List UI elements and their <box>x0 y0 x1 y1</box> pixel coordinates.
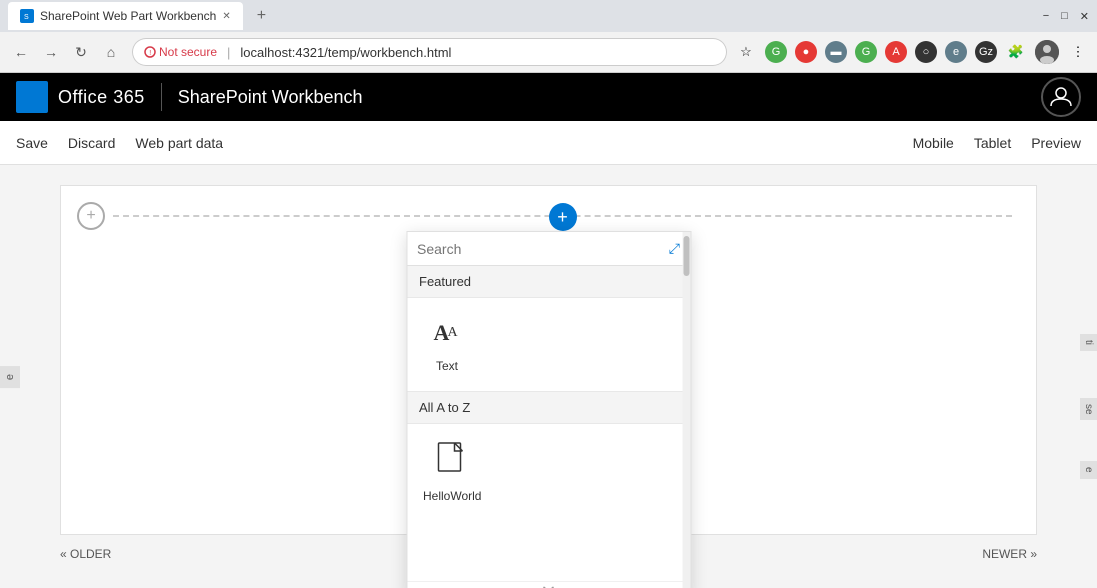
tab-close-button[interactable]: ✕ <box>222 11 230 22</box>
mobile-button[interactable]: Mobile <box>913 131 954 155</box>
picker-search-input[interactable] <box>417 241 663 257</box>
picker-search-bar: ⤢ <box>407 232 690 266</box>
browser-tab[interactable]: S SharePoint Web Part Workbench ✕ <box>8 2 243 30</box>
tablet-button[interactable]: Tablet <box>974 131 1011 155</box>
save-button[interactable]: Save <box>16 131 48 155</box>
close-button[interactable]: ✕ <box>1080 10 1089 23</box>
bookmark-icon[interactable]: ☆ <box>735 41 757 63</box>
url-input[interactable]: ! Not secure | localhost:4321/temp/workb… <box>132 38 727 66</box>
svg-text:!: ! <box>149 50 151 57</box>
svg-text:S: S <box>24 14 29 21</box>
browser-toolbar-icons: ☆ G ● ▬ G A ○ e Gz 🧩 ⋮ <box>735 40 1089 64</box>
left-panel-tab[interactable]: e <box>0 365 20 387</box>
picker-featured-header: Featured <box>407 266 690 298</box>
section-divider-line: + <box>113 215 1012 217</box>
workbench-toolbar: Save Discard Web part data Mobile Tablet… <box>0 121 1097 165</box>
ext-zip-icon[interactable]: Gz <box>975 41 997 63</box>
picker-all-items: HelloWorld <box>407 424 690 521</box>
ext-gray-icon[interactable]: ▬ <box>825 41 847 63</box>
picker-expand-icon[interactable]: ⤢ <box>669 240 680 257</box>
picker-all-az-header: All A to Z <box>407 391 690 424</box>
security-warning: ! Not secure <box>144 45 217 59</box>
svg-text:A: A <box>447 325 458 340</box>
ext-google-icon[interactable]: G <box>765 41 787 63</box>
new-tab-button[interactable]: + <box>251 7 272 25</box>
picker-item-helloworld[interactable]: HelloWorld <box>407 432 497 513</box>
reload-button[interactable]: ↻ <box>68 39 94 65</box>
title-bar: S SharePoint Web Part Workbench ✕ + − □ … <box>0 0 1097 32</box>
back-button[interactable]: ← <box>8 39 34 65</box>
older-button[interactable]: « OLDER <box>60 547 111 561</box>
add-web-part-button[interactable]: + <box>549 203 577 231</box>
ext-g2-icon[interactable]: G <box>855 41 877 63</box>
web-part-data-button[interactable]: Web part data <box>135 131 223 155</box>
picker-featured-items: A A Text <box>407 298 690 391</box>
picker-item-text[interactable]: A A Text <box>407 306 487 383</box>
url-text: localhost:4321/temp/workbench.html <box>240 45 451 60</box>
tab-favicon: S <box>20 9 34 23</box>
picker-bottom-space <box>407 521 690 581</box>
discard-button[interactable]: Discard <box>68 131 115 155</box>
office-title: Office 365 <box>58 87 145 108</box>
forward-button[interactable]: → <box>38 39 64 65</box>
ext-a-icon[interactable]: A <box>885 41 907 63</box>
file-icon <box>436 442 468 485</box>
picker-scrollbar-thumb <box>683 236 689 276</box>
header-divider <box>161 83 162 111</box>
ext-dark-icon[interactable]: ○ <box>915 41 937 63</box>
picker-item-text-label: Text <box>436 359 458 373</box>
office-brand: Office 365 <box>16 81 145 113</box>
picker-scrollbar[interactable] <box>682 232 690 588</box>
sharepoint-title: SharePoint Workbench <box>178 87 363 108</box>
ext-red-icon[interactable]: ● <box>795 41 817 63</box>
web-part-picker: ⤢ Featured A A Text <box>406 231 691 588</box>
app-header: Office 365 SharePoint Workbench <box>0 73 1097 121</box>
right-panel-tab-e[interactable]: e <box>1080 461 1097 479</box>
office-logo <box>16 81 48 113</box>
right-panel-tab-ti[interactable]: ti <box>1080 334 1097 351</box>
right-panel-tab-se[interactable]: se <box>1080 398 1097 421</box>
user-avatar-icon[interactable] <box>1035 40 1059 64</box>
workbench-area: e ti se e + + ⤢ <box>0 165 1097 588</box>
user-profile-icon[interactable] <box>1041 77 1081 117</box>
newer-button[interactable]: NEWER » <box>982 547 1037 561</box>
minimize-button[interactable]: − <box>1043 10 1049 22</box>
text-icon: A A <box>431 316 463 355</box>
user-avatar-svg <box>1049 85 1073 109</box>
picker-item-helloworld-label: HelloWorld <box>423 489 481 503</box>
ext-e-icon[interactable]: e <box>945 41 967 63</box>
tab-title: SharePoint Web Part Workbench <box>40 9 216 23</box>
workbench-canvas: + + ⤢ Featured <box>60 185 1037 535</box>
home-button[interactable]: ⌂ <box>98 39 124 65</box>
maximize-button[interactable]: □ <box>1061 10 1068 22</box>
menu-dots-icon[interactable]: ⋮ <box>1067 41 1089 63</box>
add-section-circle-button[interactable]: + <box>77 202 105 230</box>
preview-button[interactable]: Preview <box>1031 131 1081 155</box>
ext-puzzle-icon[interactable]: 🧩 <box>1005 41 1027 63</box>
add-section-row: + + <box>77 202 1020 230</box>
address-bar: ← → ↻ ⌂ ! Not secure | localhost:4321/te… <box>0 32 1097 72</box>
